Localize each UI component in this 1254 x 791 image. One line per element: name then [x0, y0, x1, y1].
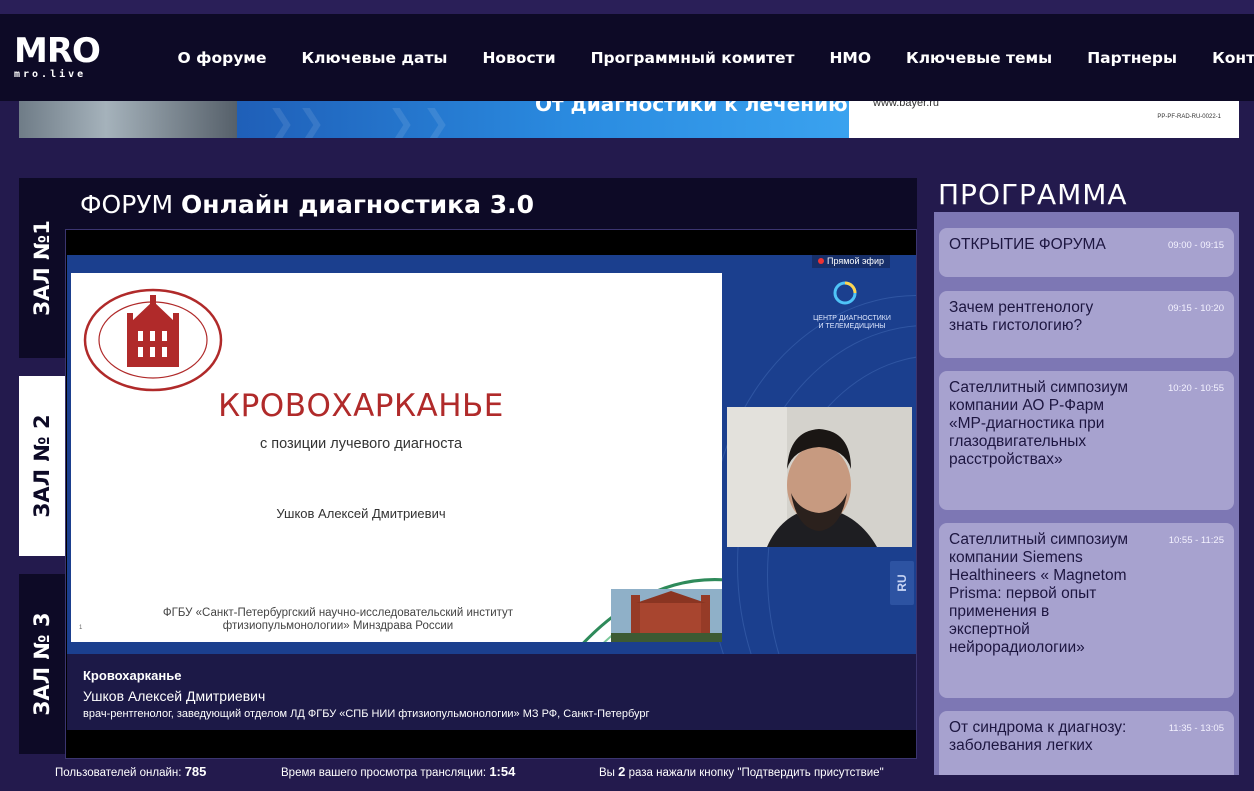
program-item-name: Сателлитный симпозиум компании Siemens H… — [949, 531, 1129, 656]
caption-speaker: Ушков Алексей Дмитриевич — [83, 688, 266, 704]
watch-time-stat: Время вашего просмотра трансляции: 1:54 — [281, 764, 515, 779]
program-item-time: 10:20 - 10:55 — [1168, 383, 1224, 394]
banner-chevron-icon: ❯ — [297, 104, 326, 138]
program-item-name: Зачем рентгенологу знать гистологию? — [949, 299, 1094, 334]
hall-1-label: ЗАЛ №1 — [30, 220, 54, 316]
video-player[interactable]: КРОВОХАРКАНЬЕ с позиции лучевого диагнос… — [65, 229, 917, 759]
forum-title: ФОРУМ Онлайн диагностика 3.0 — [80, 190, 534, 219]
banner-chevron-icon: ❯ — [422, 104, 451, 138]
program-item-name: ОТКРЫТИЕ ФОРУМА — [949, 236, 1106, 253]
program-item-time: 11:35 - 13:05 — [1168, 723, 1224, 734]
banner-code: PP-PF-RAD-RU-0022-1 — [1157, 114, 1221, 120]
stream-panel: ФОРУМ Онлайн диагностика 3.0 КРОВОХАРКАН… — [65, 178, 917, 759]
banner-photo — [19, 101, 237, 138]
caption-title: Кровохарканье — [83, 668, 182, 683]
center-name: ЦЕНТР ДИАГНОСТИКИ И ТЕЛЕМЕДИЦИНЫ — [813, 315, 891, 330]
banner-blue-area: ❯ ❯ ❯ ❯ От диагностики к лечению. — [237, 101, 849, 138]
tab-hall-2[interactable]: ЗАЛ № 2 — [19, 376, 65, 556]
presence-count: 2 — [618, 764, 626, 779]
nav-key-dates[interactable]: Ключевые даты — [301, 49, 447, 67]
hall-3-label: ЗАЛ № 3 — [30, 612, 54, 716]
forum-title-prefix: ФОРУМ — [80, 190, 174, 219]
caption-description: врач-рентгенолог, заведующий отделом ЛД … — [83, 708, 650, 720]
institute-seal-icon — [83, 288, 223, 392]
slide-author: Ушков Алексей Дмитриевич — [276, 506, 446, 521]
slide-title: КРОВОХАРКАНЬЕ — [218, 388, 504, 424]
nav-news[interactable]: Новости — [482, 49, 555, 67]
forum-title-name: Онлайн диагностика 3.0 — [181, 190, 534, 219]
program-item[interactable]: От синдрома к диагнозу: заболевания легк… — [939, 711, 1234, 775]
live-dot-icon — [818, 258, 824, 264]
speaker-webcam — [727, 407, 912, 547]
online-users-value: 785 — [184, 764, 207, 779]
program-item[interactable]: Сателлитный симпозиум компании Siemens H… — [939, 523, 1234, 698]
nav-key-topics[interactable]: Ключевые темы — [906, 49, 1052, 67]
watch-time-label: Время вашего просмотра трансляции: — [281, 767, 487, 779]
main-nav: О форуме Ключевые даты Новости Программн… — [160, 14, 1254, 101]
presence-prefix: Вы — [599, 767, 615, 779]
presence-confirm-stat: Вы 2 раза нажали кнопку "Подтвердить при… — [599, 764, 884, 779]
tab-hall-1[interactable]: ЗАЛ №1 — [19, 178, 65, 358]
online-users-label: Пользователей онлайн: — [55, 767, 182, 779]
program-item-name: Сателлитный симпозиум компании АО Р-Фарм… — [949, 379, 1129, 468]
language-label: RU — [895, 574, 909, 592]
live-badge-label: Прямой эфир — [827, 256, 884, 266]
mro-logo[interactable]: MRO mro.live — [14, 34, 124, 84]
logo-subtitle: mro.live — [14, 69, 87, 80]
language-toggle[interactable]: RU — [890, 561, 914, 605]
nav-about[interactable]: О форуме — [178, 49, 267, 67]
program-item[interactable]: Сателлитный симпозиум компании АО Р-Фарм… — [939, 371, 1234, 510]
top-strip — [0, 0, 1254, 14]
ad-banner[interactable]: ❯ ❯ ❯ ❯ От диагностики к лечению. www.ba… — [19, 101, 1239, 138]
slide-building-image — [611, 589, 722, 642]
site-header: MRO mro.live О форуме Ключевые даты Ново… — [0, 14, 1254, 101]
program-title: ПРОГРАММА — [938, 178, 1128, 211]
program-item[interactable]: ОТКРЫТИЕ ФОРУМА 09:00 - 09:15 — [939, 228, 1234, 277]
program-item-name: От синдрома к диагнозу: заболевания легк… — [949, 719, 1127, 754]
nav-nmo[interactable]: НМО — [829, 49, 871, 67]
speaker-video-image — [727, 407, 912, 547]
speaker-caption: Кровохарканье Ушков Алексей Дмитриевич в… — [67, 654, 916, 730]
banner-white-area: www.bayer.ru PP-PF-RAD-RU-0022-1 — [849, 101, 1239, 138]
nav-partners[interactable]: Партнеры — [1087, 49, 1177, 67]
nav-program-committee[interactable]: Программный комитет — [591, 49, 795, 67]
slide-organization: ФГБУ «Санкт-Петербургский научно-исследо… — [162, 607, 514, 632]
online-users-stat: Пользователей онлайн: 785 — [55, 764, 206, 779]
nav-contacts[interactable]: Контакты — [1212, 49, 1254, 67]
program-item-time: 09:00 - 09:15 — [1168, 240, 1224, 251]
presentation-slide: КРОВОХАРКАНЬЕ с позиции лучевого диагнос… — [71, 273, 722, 642]
program-list[interactable]: ОТКРЫТИЕ ФОРУМА 09:00 - 09:15 Зачем рент… — [934, 212, 1239, 775]
banner-chevron-icon: ❯ — [267, 104, 296, 138]
slide-number: 1 — [79, 625, 83, 631]
program-item-time: 10:55 - 11:25 — [1168, 535, 1224, 546]
stream-background: КРОВОХАРКАНЬЕ с позиции лучевого диагнос… — [67, 255, 916, 654]
banner-url: www.bayer.ru — [873, 101, 940, 109]
live-badge: Прямой эфир — [812, 255, 890, 268]
program-item-time: 09:15 - 10:20 — [1168, 303, 1224, 314]
center-ring-logo-icon — [833, 281, 857, 305]
program-item[interactable]: Зачем рентгенологу знать гистологию? 09:… — [939, 291, 1234, 358]
logo-wordmark: MRO — [14, 31, 101, 71]
tab-hall-3[interactable]: ЗАЛ № 3 — [19, 574, 65, 754]
slide-subtitle: с позиции лучевого диагноста — [259, 436, 463, 452]
watch-time-value: 1:54 — [489, 764, 516, 779]
banner-chevron-icon: ❯ — [387, 104, 416, 138]
banner-slogan: От диагностики к лечению. — [535, 101, 849, 116]
hall-2-label: ЗАЛ № 2 — [30, 414, 54, 518]
presence-suffix: раза нажали кнопку "Подтвердить присутст… — [628, 767, 884, 779]
